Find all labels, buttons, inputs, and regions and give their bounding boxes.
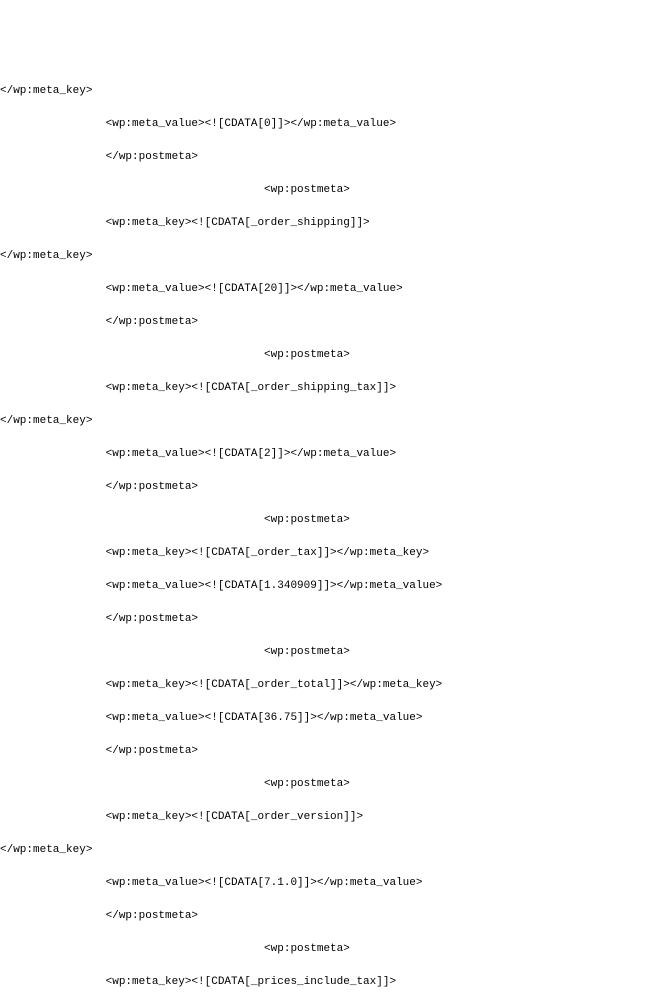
code-line: <wp:meta_key><![CDATA[_order_shipping_ta… — [0, 380, 650, 397]
code-line: </wp:meta_key> — [0, 83, 650, 100]
code-line: <wp:meta_key><![CDATA[_order_tax]]></wp:… — [0, 545, 650, 562]
code-line: <wp:meta_key><![CDATA[_order_shipping]]> — [0, 215, 650, 232]
code-line: <wp:meta_value><![CDATA[36.75]]></wp:met… — [0, 710, 650, 727]
code-line: <wp:postmeta> — [0, 512, 650, 529]
code-line: <wp:postmeta> — [0, 182, 650, 199]
code-line: <wp:meta_key><![CDATA[_prices_include_ta… — [0, 974, 650, 991]
code-line: </wp:postmeta> — [0, 314, 650, 331]
code-line: <wp:postmeta> — [0, 347, 650, 364]
code-line: <wp:postmeta> — [0, 776, 650, 793]
code-line: </wp:meta_key> — [0, 248, 650, 265]
code-line: </wp:postmeta> — [0, 611, 650, 628]
code-line: <wp:meta_value><![CDATA[2]]></wp:meta_va… — [0, 446, 650, 463]
code-line: <wp:meta_value><![CDATA[0]]></wp:meta_va… — [0, 116, 650, 133]
code-line: <wp:meta_value><![CDATA[1.340909]]></wp:… — [0, 578, 650, 595]
code-line: <wp:postmeta> — [0, 644, 650, 661]
code-line: <wp:meta_key><![CDATA[_order_total]]></w… — [0, 677, 650, 694]
code-line: </wp:postmeta> — [0, 908, 650, 925]
code-line: <wp:postmeta> — [0, 941, 650, 958]
xml-code-block: </wp:meta_key> <wp:meta_value><![CDATA[0… — [0, 66, 650, 1000]
code-line: <wp:meta_value><![CDATA[7.1.0]]></wp:met… — [0, 875, 650, 892]
code-line: </wp:meta_key> — [0, 842, 650, 859]
code-line: </wp:postmeta> — [0, 743, 650, 760]
code-line: </wp:meta_key> — [0, 413, 650, 430]
code-line: <wp:meta_value><![CDATA[20]]></wp:meta_v… — [0, 281, 650, 298]
code-line: </wp:postmeta> — [0, 149, 650, 166]
code-line: </wp:postmeta> — [0, 479, 650, 496]
code-line: <wp:meta_key><![CDATA[_order_version]]> — [0, 809, 650, 826]
